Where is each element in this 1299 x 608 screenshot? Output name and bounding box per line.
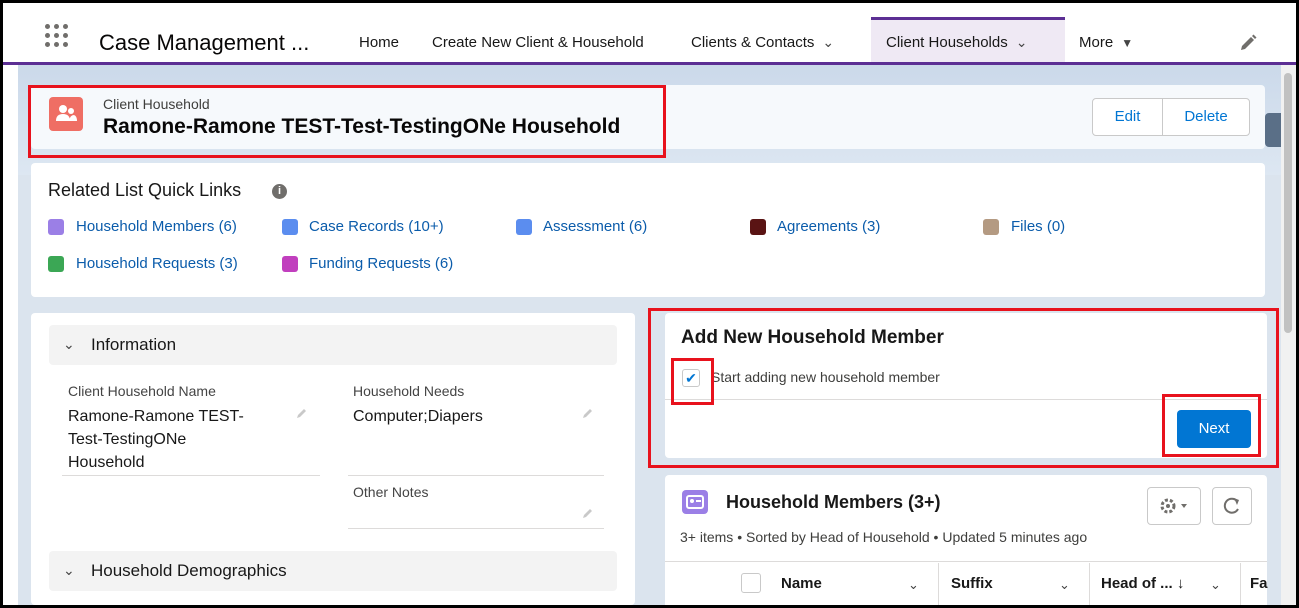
- section-title-information: Information: [91, 335, 177, 354]
- scrollbar-thumb[interactable]: [1284, 73, 1292, 333]
- tab-create-client-household[interactable]: Create New Client & Household: [432, 34, 644, 51]
- tab-more-label: More: [1079, 34, 1114, 51]
- tab-more[interactable]: More ▼: [1079, 34, 1133, 51]
- edit-button[interactable]: Edit: [1093, 99, 1162, 135]
- record-action-buttons: Edit Delete: [1092, 98, 1250, 136]
- field-label-household-name: Client Household Name: [68, 383, 216, 399]
- tab-home[interactable]: Home: [359, 34, 399, 51]
- section-header-demographics[interactable]: ⌄ Household Demographics: [49, 551, 617, 591]
- info-icon[interactable]: i: [272, 184, 287, 199]
- select-all-checkbox[interactable]: [741, 573, 761, 593]
- agreement-icon: [750, 219, 766, 235]
- caret-down-icon: ▼: [1121, 36, 1134, 50]
- files-icon: [983, 219, 999, 235]
- top-navigation-bar: Case Management ... Home Create New Clie…: [3, 3, 1296, 65]
- members-list-meta: 3+ items • Sorted by Head of Household •…: [680, 529, 1088, 545]
- refresh-button[interactable]: [1212, 487, 1252, 525]
- chevron-down-icon[interactable]: ⌄: [908, 577, 919, 593]
- tab-client-households-label: Client Households: [886, 34, 1008, 51]
- refresh-icon: [1223, 497, 1239, 514]
- tab-home-label: Home: [359, 34, 400, 51]
- app-window: Case Management ... Home Create New Clie…: [3, 3, 1296, 605]
- highlight-box-record-title: [28, 85, 666, 158]
- quick-link-files[interactable]: Files (0): [1011, 218, 1065, 235]
- section-header-information[interactable]: ⌄ Information: [49, 325, 617, 365]
- members-list-title[interactable]: Household Members (3+): [726, 492, 941, 513]
- highlight-box-next: [1162, 394, 1261, 457]
- quick-link-assessment[interactable]: Assessment (6): [543, 218, 647, 235]
- field-value-household-name: Ramone-Ramone TEST- Test-TestingONe Hous…: [68, 408, 244, 471]
- case-icon: [282, 219, 298, 235]
- edit-field-pencil-icon[interactable]: [581, 506, 595, 520]
- column-header-truncated[interactable]: Fa: [1250, 575, 1268, 592]
- field-label-household-needs: Household Needs: [353, 383, 465, 399]
- app-name: Case Management ...: [99, 30, 310, 55]
- chevron-down-icon[interactable]: ⌄: [1016, 34, 1028, 50]
- edit-field-pencil-icon[interactable]: [295, 406, 309, 420]
- tab-client-households[interactable]: Client Households ⌄: [886, 34, 1027, 51]
- chevron-down-icon: ⌄: [63, 336, 75, 352]
- contact-card-icon: [48, 219, 64, 235]
- assessment-icon: [516, 219, 532, 235]
- edit-field-pencil-icon[interactable]: [581, 406, 595, 420]
- highlight-box-checkbox: [671, 358, 714, 405]
- app-launcher-icon[interactable]: [45, 24, 71, 50]
- chevron-down-icon[interactable]: ⌄: [1059, 577, 1070, 593]
- delete-button[interactable]: Delete: [1163, 99, 1249, 135]
- edit-nav-pencil-icon[interactable]: [1238, 33, 1258, 53]
- column-header-suffix[interactable]: Suffix: [951, 575, 993, 592]
- section-title-demographics: Household Demographics: [91, 561, 287, 580]
- funding-icon: [282, 256, 298, 272]
- quick-link-case-records[interactable]: Case Records (10+): [309, 218, 444, 235]
- list-settings-button[interactable]: [1147, 487, 1201, 525]
- utility-side-tab[interactable]: [1265, 113, 1281, 147]
- gear-icon: [1160, 498, 1187, 514]
- field-value-household-needs: Computer;Diapers: [353, 408, 483, 425]
- quick-link-household-members[interactable]: Household Members (6): [76, 218, 237, 235]
- quick-links-title: Related List Quick Links: [48, 180, 242, 200]
- tab-create-label: Create New Client & Household: [432, 34, 644, 51]
- chevron-down-icon[interactable]: ⌄: [1210, 577, 1221, 593]
- column-header-name[interactable]: Name: [781, 575, 822, 592]
- field-label-other-notes: Other Notes: [353, 484, 429, 500]
- contact-card-icon: [682, 490, 708, 514]
- tab-clients-contacts-label: Clients & Contacts: [691, 34, 815, 51]
- quick-link-funding-requests[interactable]: Funding Requests (6): [309, 255, 453, 272]
- chevron-down-icon[interactable]: ⌄: [822, 34, 834, 50]
- chevron-down-icon: ⌄: [63, 562, 75, 578]
- request-icon: [48, 256, 64, 272]
- quick-link-household-requests[interactable]: Household Requests (3): [76, 255, 238, 272]
- quick-link-agreements[interactable]: Agreements (3): [777, 218, 880, 235]
- tab-clients-contacts[interactable]: Clients & Contacts ⌄: [691, 34, 834, 51]
- column-header-head-of-household[interactable]: Head of ... ↓: [1101, 575, 1184, 592]
